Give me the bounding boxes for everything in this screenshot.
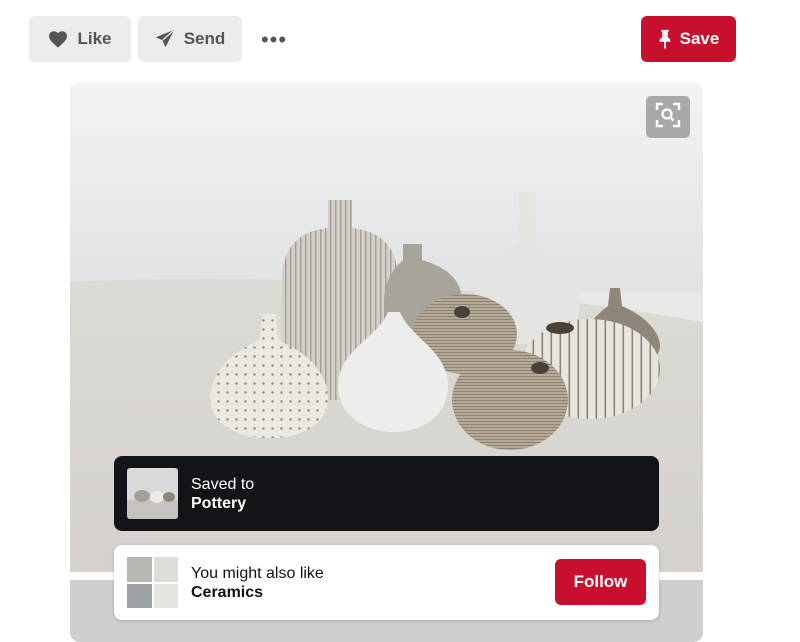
more-options-button[interactable]: ••• — [255, 27, 293, 52]
visual-search-button[interactable] — [646, 96, 690, 138]
visual-search-icon — [655, 102, 681, 133]
save-button[interactable]: Save — [641, 16, 736, 62]
paper-plane-icon — [155, 29, 175, 49]
heart-icon — [48, 30, 68, 48]
pushpin-icon — [658, 29, 672, 49]
suggested-board-name[interactable]: Ceramics — [191, 583, 324, 602]
ellipsis-icon: ••• — [260, 27, 288, 52]
like-button[interactable]: Like — [29, 16, 131, 62]
follow-button[interactable]: Follow — [555, 559, 646, 605]
send-button[interactable]: Send — [138, 16, 242, 62]
board-thumbnail — [127, 468, 178, 519]
save-label: Save — [679, 29, 720, 48]
saved-to-board-toast[interactable]: Saved to Pottery — [114, 456, 659, 531]
like-label: Like — [77, 29, 112, 48]
saved-to-label: Saved to — [191, 475, 255, 493]
suggested-board-card[interactable]: You might also like Ceramics Follow — [114, 545, 659, 620]
board-name-link[interactable]: Pottery — [191, 494, 254, 513]
suggested-board-thumbnail — [127, 557, 178, 608]
suggestion-label: You might also like — [191, 564, 324, 582]
send-label: Send — [183, 29, 226, 48]
